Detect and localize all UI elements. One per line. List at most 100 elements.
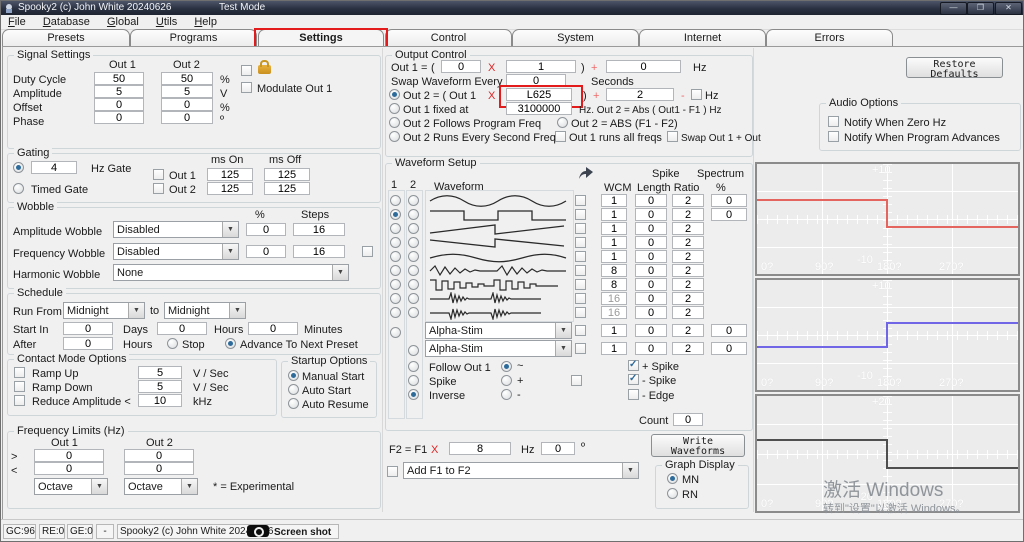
wave-soft-sine-checkbox[interactable] — [575, 251, 586, 262]
waveform-sawtooth-icon[interactable] — [429, 222, 567, 236]
alpha-stim2-out2-radio[interactable] — [408, 345, 419, 356]
out1-fixed-radio[interactable] — [389, 103, 400, 114]
ramp-down-checkbox[interactable] — [14, 381, 25, 392]
screenshot-label[interactable]: Screen shot — [274, 527, 331, 539]
wave-hbomb-out2-radio[interactable] — [408, 293, 419, 304]
ramp-up-input[interactable] — [138, 366, 182, 379]
chevron-down-icon[interactable]: ▼ — [222, 222, 238, 237]
tab-settings[interactable]: Settings — [258, 29, 384, 47]
add-f1-checkbox[interactable] — [387, 466, 398, 477]
gt-out2-input[interactable] — [124, 449, 194, 462]
minus-edge-checkbox[interactable] — [628, 389, 639, 400]
wcm-input[interactable] — [601, 208, 627, 221]
maximize-button[interactable]: ❐ — [967, 2, 994, 15]
out1-fixed-input[interactable] — [506, 102, 572, 115]
wcm-input[interactable] — [601, 222, 627, 235]
chevron-down-icon[interactable]: ▼ — [555, 323, 571, 338]
chevron-down-icon[interactable]: ▼ — [91, 479, 107, 494]
hz-gate-radio[interactable] — [13, 162, 24, 173]
spike-length-input[interactable] — [635, 342, 667, 355]
wcm-input[interactable] — [601, 236, 627, 249]
phase-out2-input[interactable] — [161, 111, 213, 124]
gate-out1-checkbox[interactable] — [153, 169, 164, 180]
camera-icon[interactable] — [247, 525, 269, 537]
reduce-amplitude-checkbox[interactable] — [14, 395, 25, 406]
out2-formula-radio[interactable] — [389, 89, 400, 100]
ramp-down-input[interactable] — [138, 380, 182, 393]
minimize-button[interactable]: — — [940, 2, 967, 15]
out1-ms-off-input[interactable] — [264, 168, 310, 181]
waveform-damped-square-icon[interactable] — [429, 278, 567, 292]
ramp-up-checkbox[interactable] — [14, 367, 25, 378]
count-input[interactable] — [673, 413, 703, 426]
follow-out1-col2-radio[interactable] — [408, 361, 419, 372]
chevron-down-icon[interactable]: ▼ — [222, 244, 238, 259]
plus-spike-checkbox[interactable] — [628, 360, 639, 371]
wave-square-out2-radio[interactable] — [408, 209, 419, 220]
chevron-down-icon[interactable]: ▼ — [332, 265, 348, 280]
notify-zero-checkbox[interactable] — [828, 116, 839, 127]
spike-length-input[interactable] — [635, 264, 667, 277]
lt-out1-input[interactable] — [34, 462, 104, 475]
amplitude-wobble-pct-input[interactable] — [246, 223, 286, 236]
menu-help[interactable]: Help — [187, 15, 224, 28]
wcm-input[interactable] — [601, 324, 627, 337]
amplitude-out2-input[interactable] — [161, 85, 213, 98]
offset-out2-input[interactable] — [161, 98, 213, 111]
lock-checkbox[interactable] — [241, 65, 252, 76]
mn-radio[interactable] — [667, 473, 678, 484]
wave-inv-hbomb-out1-radio[interactable] — [390, 307, 401, 318]
tab-presets[interactable]: Presets — [2, 29, 130, 47]
wave-damped-sine-checkbox[interactable] — [575, 265, 586, 276]
manual-start-radio[interactable] — [288, 370, 299, 381]
spike-length-input[interactable] — [635, 236, 667, 249]
spectrum-pct-input[interactable] — [711, 324, 747, 337]
swap-out-checkbox[interactable] — [667, 131, 678, 142]
spike-length-input[interactable] — [635, 292, 667, 305]
waveform-square-icon[interactable] — [429, 208, 567, 222]
amplitude-wobble-select[interactable]: Disabled▼ — [113, 221, 239, 238]
alpha-stim1-out1-radio[interactable] — [390, 327, 401, 338]
spike-length-input[interactable] — [635, 306, 667, 319]
spike-col2-radio[interactable] — [408, 375, 419, 386]
wave-hbomb-out1-radio[interactable] — [390, 293, 401, 304]
wcm-input[interactable] — [601, 292, 627, 305]
out1-all-freqs-checkbox[interactable] — [555, 131, 566, 142]
timed-gate-radio[interactable] — [13, 183, 24, 194]
out2-ms-on-input[interactable] — [207, 182, 253, 195]
waveform-h-bomb-icon[interactable] — [429, 292, 567, 306]
minus-radio[interactable] — [501, 389, 512, 400]
offset-out1-input[interactable] — [94, 98, 144, 111]
start-days-input[interactable] — [63, 322, 113, 335]
wave-damped-square-out2-radio[interactable] — [408, 279, 419, 290]
duty-out2-input[interactable] — [161, 72, 213, 85]
spectrum-pct-input[interactable] — [711, 208, 747, 221]
wave-soft-sine-out2-radio[interactable] — [408, 251, 419, 262]
frequency-wobble-pct-input[interactable] — [246, 245, 286, 258]
tilde-radio[interactable] — [501, 361, 512, 372]
inverse-col2-radio[interactable] — [408, 389, 419, 400]
menu-file[interactable]: File — [1, 15, 33, 28]
rn-radio[interactable] — [667, 488, 678, 499]
spike-length-input[interactable] — [635, 250, 667, 263]
gt-out1-input[interactable] — [34, 449, 104, 462]
tab-errors[interactable]: Errors — [766, 29, 893, 47]
alpha-stim2-checkbox[interactable] — [575, 343, 586, 354]
wave-damped-square-checkbox[interactable] — [575, 279, 586, 290]
stop-radio[interactable] — [167, 338, 178, 349]
alpha-stim2-select[interactable]: Alpha-Stim▼ — [425, 340, 572, 357]
spike-ratio-input[interactable] — [672, 208, 704, 221]
wave-sine-out2-radio[interactable] — [408, 195, 419, 206]
out2-limit-select[interactable]: Octave▼ — [124, 478, 198, 495]
write-waveforms-button[interactable]: WriteWaveforms — [651, 434, 745, 457]
wave-square-out1-radio[interactable] — [390, 209, 401, 220]
wcm-input[interactable] — [601, 194, 627, 207]
gate-out2-checkbox[interactable] — [153, 183, 164, 194]
menu-utils[interactable]: Utils — [149, 15, 184, 28]
wave-sawtooth-out1-radio[interactable] — [390, 223, 401, 234]
out1-base-input[interactable] — [441, 60, 481, 73]
wave-damped-sine-out2-radio[interactable] — [408, 265, 419, 276]
wave-damped-sine-out1-radio[interactable] — [390, 265, 401, 276]
modulate-checkbox[interactable] — [241, 82, 252, 93]
spike-length-input[interactable] — [635, 324, 667, 337]
